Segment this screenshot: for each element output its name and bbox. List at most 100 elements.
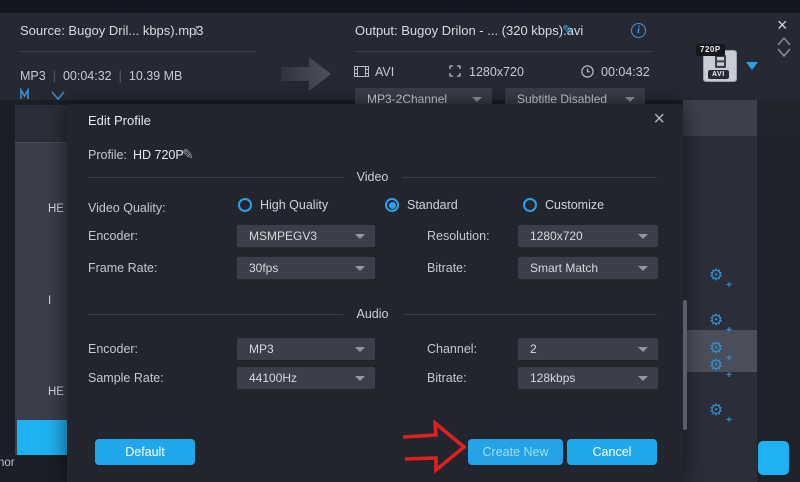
resolution-label: Resolution:	[427, 229, 490, 243]
chevron-up-icon[interactable]	[777, 37, 791, 46]
clock-icon	[581, 65, 594, 78]
radio-icon	[385, 198, 399, 212]
radio-label: Standard	[407, 198, 458, 212]
video-encoder-label: Encoder:	[88, 229, 138, 243]
output-info-icon[interactable]: i	[631, 23, 646, 38]
radio-customize[interactable]: Customize	[523, 198, 604, 212]
radio-high-quality[interactable]: High Quality	[238, 198, 328, 212]
clipped-filename-text: nor	[0, 457, 15, 469]
dialog-title: Edit Profile	[88, 113, 151, 128]
radio-label: Customize	[545, 198, 604, 212]
scrollbar-thumb[interactable]	[683, 300, 687, 430]
annotation-arrow-icon	[398, 420, 470, 476]
audio-bitrate-label: Bitrate:	[427, 371, 467, 385]
source-size: 10.39 MB	[129, 69, 183, 83]
waveform-icon[interactable]	[20, 88, 35, 100]
profile-list-item[interactable]: I	[48, 295, 51, 307]
profile-list-item[interactable]: HE	[48, 203, 64, 215]
audio-encoder-label: Encoder:	[88, 342, 138, 356]
profile-value: HD 720P	[133, 148, 184, 162]
radio-icon	[523, 198, 537, 212]
audio-section-header: Audio	[88, 307, 657, 321]
format-file-label: AVI	[708, 70, 729, 79]
samplerate-dropdown[interactable]: 44100Hz	[237, 367, 375, 389]
resolution-value: 1280x720	[530, 229, 583, 243]
format-row-active[interactable]	[683, 100, 757, 136]
framerate-label: Frame Rate:	[88, 261, 157, 275]
source-divider	[20, 51, 255, 52]
video-quality-label: Video Quality:	[88, 201, 166, 215]
radio-standard[interactable]: Standard	[385, 198, 458, 212]
video-encoder-value: MSMPEGV3	[249, 229, 317, 243]
caret-down-icon	[355, 347, 365, 352]
resolution-dropdown[interactable]: 1280x720	[518, 225, 658, 247]
source-file-title: Source: Bugoy Dril... kbps).mp3	[20, 23, 204, 38]
caret-down-icon	[472, 97, 482, 102]
caret-down-icon	[638, 347, 648, 352]
film-icon	[354, 66, 369, 77]
profile-label: Profile:	[88, 148, 127, 162]
output-file-title: Output: Bugoy Drilon - ... (320 kbps).av…	[355, 23, 583, 38]
source-meta: MP3|00:04:32|10.39 MB	[20, 69, 182, 83]
caret-down-icon	[638, 266, 648, 271]
format-badge: 720P	[696, 44, 725, 56]
channel-dropdown[interactable]: 2	[518, 338, 658, 360]
selected-format-tile[interactable]	[17, 420, 68, 455]
window-titlebar	[0, 0, 800, 13]
film-glyph-icon	[714, 55, 727, 68]
profile-settings-icon[interactable]: ⚙+	[709, 402, 731, 424]
rename-output-icon[interactable]: ✎	[562, 22, 574, 39]
framerate-dropdown[interactable]: 30fps	[237, 257, 375, 279]
video-bitrate-label: Bitrate:	[427, 261, 467, 275]
cancel-button[interactable]: Cancel	[567, 439, 657, 465]
dialog-close-icon[interactable]: ×	[653, 108, 665, 131]
convert-arrow-icon	[281, 56, 331, 92]
profile-settings-icon[interactable]: ⚙+	[709, 312, 731, 334]
output-divider	[355, 51, 652, 52]
caret-down-icon	[355, 266, 365, 271]
panel-close-icon[interactable]: ×	[777, 18, 788, 32]
profile-settings-icon[interactable]: ⚙+	[709, 340, 731, 362]
output-format: AVI	[375, 65, 394, 79]
source-format: MP3	[20, 69, 46, 83]
video-section-title: Video	[343, 170, 403, 184]
channel-value: 2	[530, 342, 537, 356]
video-bitrate-dropdown[interactable]: Smart Match	[518, 257, 658, 279]
radio-icon	[238, 198, 252, 212]
profile-list-header	[15, 105, 68, 143]
caret-down-icon	[355, 234, 365, 239]
chevron-down-icon[interactable]	[777, 48, 791, 57]
convert-all-button-partial[interactable]	[758, 441, 789, 475]
app-window: Source: Bugoy Dril... kbps).mp3 i MP3|00…	[0, 0, 800, 482]
audio-encoder-value: MP3	[249, 342, 274, 356]
create-new-button[interactable]: Create New	[468, 439, 563, 465]
rename-profile-icon[interactable]: ✎	[182, 146, 194, 163]
audio-bitrate-dropdown[interactable]: 128kbps	[518, 367, 658, 389]
caret-down-icon	[638, 234, 648, 239]
right-margin-top	[757, 100, 800, 135]
default-button[interactable]: Default	[95, 439, 195, 465]
audio-encoder-dropdown[interactable]: MP3	[237, 338, 375, 360]
caret-down-icon	[625, 97, 635, 102]
source-duration: 00:04:32	[63, 69, 112, 83]
format-rows-panel: ⚙+ ⚙+ ⚙+ ⚙+ ⚙+ ⚙+	[683, 100, 757, 482]
caret-down-icon	[355, 376, 365, 381]
output-duration: 00:04:32	[601, 65, 650, 79]
resolution-icon	[449, 65, 461, 77]
profile-list-item[interactable]: HE	[48, 386, 64, 398]
video-bitrate-value: Smart Match	[530, 261, 598, 275]
framerate-value: 30fps	[249, 261, 278, 275]
audio-section-title: Audio	[343, 307, 403, 321]
caret-down-icon	[638, 376, 648, 381]
channel-label: Channel:	[427, 342, 477, 356]
source-info-icon[interactable]: i	[194, 23, 198, 39]
video-section-header: Video	[88, 170, 657, 184]
samplerate-label: Sample Rate:	[88, 371, 164, 385]
chevron-down-icon[interactable]	[51, 91, 65, 100]
top-info-bar: Source: Bugoy Dril... kbps).mp3 i MP3|00…	[0, 13, 800, 100]
profile-settings-icon[interactable]: ⚙+	[709, 267, 731, 289]
format-dropdown-icon[interactable]	[746, 62, 758, 70]
output-resolution: 1280x720	[469, 65, 524, 79]
video-encoder-dropdown[interactable]: MSMPEGV3	[237, 225, 375, 247]
radio-label: High Quality	[260, 198, 328, 212]
